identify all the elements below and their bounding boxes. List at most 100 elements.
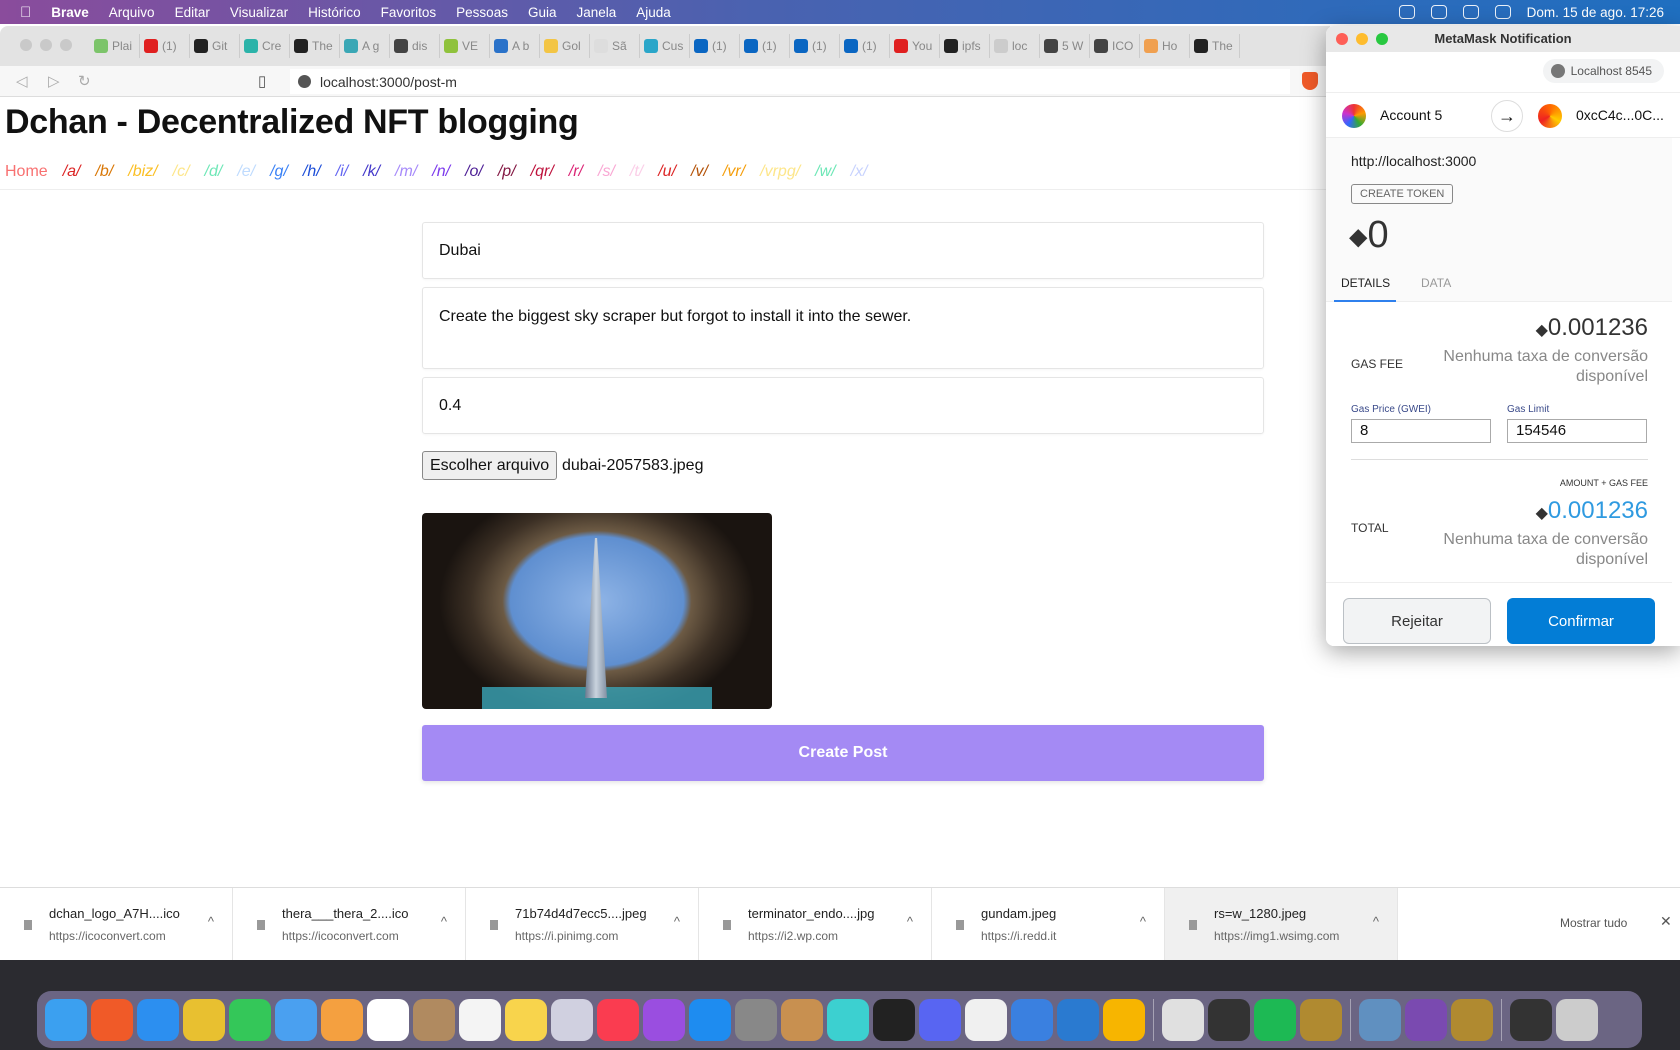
minimize-button[interactable] (40, 39, 52, 51)
bookmark-icon[interactable]: ▯ (258, 72, 266, 90)
menu-item[interactable]: Guia (528, 5, 557, 20)
from-account[interactable]: Account 5 (1380, 107, 1442, 123)
download-item[interactable]: terminator_endo....jpg https://i2.wp.com ^ (699, 888, 932, 960)
board-link[interactable]: /e/ (237, 163, 255, 181)
dock-spotify-icon[interactable] (1254, 998, 1296, 1041)
board-link[interactable]: /p/ (498, 163, 516, 181)
chevron-up-icon[interactable]: ^ (907, 914, 913, 929)
browser-tab[interactable]: Git (190, 34, 240, 58)
dock-github-icon[interactable] (1405, 998, 1447, 1041)
description-textarea[interactable]: Create the biggest sky scraper but forgo… (422, 287, 1264, 369)
show-all-link[interactable]: Mostrar tudo (1560, 916, 1627, 930)
board-link[interactable]: /s/ (598, 163, 615, 181)
dock-terminal-icon[interactable] (873, 998, 915, 1041)
download-item[interactable]: thera___thera_2....ico https://icoconvert… (233, 888, 466, 960)
dock-launchpad-icon[interactable] (551, 998, 593, 1041)
zoom-button[interactable] (1376, 33, 1388, 45)
download-item[interactable]: gundam.jpeg https://i.redd.it ^ (932, 888, 1165, 960)
price-input[interactable]: 0.4 (422, 377, 1264, 434)
zoom-button[interactable] (60, 39, 72, 51)
browser-tab[interactable]: (1) (690, 34, 740, 58)
board-link[interactable]: /biz/ (128, 163, 157, 181)
board-link[interactable]: /b/ (95, 163, 113, 181)
dock-sketch-icon[interactable] (1103, 998, 1145, 1041)
dock-podcasts-icon[interactable] (643, 998, 685, 1041)
browser-tab[interactable]: (1) (840, 34, 890, 58)
dock-safari-icon[interactable] (137, 998, 179, 1041)
board-link[interactable]: /t/ (630, 163, 643, 181)
tab-data[interactable]: DATA (1421, 276, 1451, 290)
title-input[interactable]: Dubai (422, 222, 1264, 279)
menu-item[interactable]: Visualizar (230, 5, 288, 20)
chevron-up-icon[interactable]: ^ (1140, 914, 1146, 929)
tab-details[interactable]: DETAILS (1341, 276, 1390, 290)
dock-calendar-icon[interactable] (367, 998, 409, 1041)
browser-tab[interactable]: Ho (1140, 34, 1190, 58)
brave-shield-icon[interactable] (1302, 72, 1318, 90)
browser-tab[interactable]: You (890, 34, 940, 58)
menu-item[interactable]: Arquivo (109, 5, 155, 20)
board-link[interactable]: /x/ (851, 163, 868, 181)
back-icon[interactable]: ◁ (16, 72, 28, 90)
dock-discord-icon[interactable] (919, 998, 961, 1041)
dock-cube-icon[interactable] (827, 998, 869, 1041)
board-link[interactable]: /h/ (303, 163, 321, 181)
dock-screenshot-icon[interactable] (1510, 998, 1552, 1041)
close-icon[interactable]: ✕ (1660, 913, 1672, 930)
close-button[interactable] (1336, 33, 1348, 45)
browser-tab[interactable]: dis (390, 34, 440, 58)
dock-keynote-icon[interactable] (1011, 998, 1053, 1041)
board-link[interactable]: /r/ (569, 163, 583, 181)
dock-system-preferences-icon[interactable] (735, 998, 777, 1041)
browser-tab[interactable]: A b (490, 34, 540, 58)
menu-item[interactable]: Histórico (308, 5, 361, 20)
wifi-icon[interactable] (1462, 5, 1479, 19)
status-icon[interactable] (1430, 5, 1447, 19)
download-item[interactable]: 71b74d4d7ecc5....jpeg https://i.pinimg.co… (466, 888, 699, 960)
menu-item[interactable]: Editar (175, 5, 210, 20)
browser-tab[interactable]: Cus (640, 34, 690, 58)
dock-live-icon[interactable] (1162, 998, 1204, 1041)
board-link[interactable]: /qr/ (531, 163, 554, 181)
chevron-up-icon[interactable]: ^ (1373, 914, 1379, 929)
board-link[interactable]: /a/ (63, 163, 81, 181)
dock-league-icon[interactable] (1300, 998, 1342, 1041)
download-item[interactable]: rs=w_1280.jpeg https://img1.wsimg.com ^ (1165, 888, 1398, 960)
chevron-up-icon[interactable]: ^ (208, 914, 214, 929)
menu-app-name[interactable]: Brave (51, 5, 89, 20)
board-link[interactable]: /w/ (815, 163, 835, 181)
browser-tab[interactable]: Plai (90, 34, 140, 58)
dock-unity-icon[interactable] (1208, 998, 1250, 1041)
dock-finder-icon[interactable] (45, 998, 87, 1041)
browser-tab[interactable]: loc (990, 34, 1040, 58)
dock-league-2-icon[interactable] (1451, 998, 1493, 1041)
browser-tab[interactable]: (1) (790, 34, 840, 58)
board-link[interactable]: /v/ (691, 163, 708, 181)
dock-preview-icon[interactable] (1359, 998, 1401, 1041)
browser-tab[interactable]: The (1190, 34, 1240, 58)
browser-tab[interactable]: VE (440, 34, 490, 58)
chevron-up-icon[interactable]: ^ (674, 914, 680, 929)
board-link[interactable]: /n/ (432, 163, 450, 181)
board-link[interactable]: /g/ (270, 163, 288, 181)
board-link[interactable]: Home (5, 163, 48, 181)
menu-item[interactable]: Favoritos (381, 5, 437, 20)
dock-messages-icon[interactable] (229, 998, 271, 1041)
dock-pages-icon[interactable] (965, 998, 1007, 1041)
battery-icon[interactable] (1494, 5, 1511, 19)
dock-chrome-icon[interactable] (183, 998, 225, 1041)
dock-trash-icon[interactable] (1556, 998, 1598, 1041)
menu-item[interactable]: Janela (576, 5, 616, 20)
clock[interactable]: Dom. 15 de ago. 17:26 (1527, 5, 1664, 20)
browser-tab[interactable]: A g (340, 34, 390, 58)
close-button[interactable] (20, 39, 32, 51)
dock-app-store-icon[interactable] (689, 998, 731, 1041)
dock-contacts-icon[interactable] (413, 998, 455, 1041)
dock-music-icon[interactable] (597, 998, 639, 1041)
reject-button[interactable]: Rejeitar (1343, 598, 1491, 644)
chevron-up-icon[interactable]: ^ (441, 914, 447, 929)
to-address[interactable]: 0xcC4c...0C... (1576, 107, 1664, 123)
browser-tab[interactable]: Sã (590, 34, 640, 58)
url-field[interactable]: localhost:3000/post-m (290, 69, 1290, 94)
dock-photos-icon[interactable] (321, 998, 363, 1041)
